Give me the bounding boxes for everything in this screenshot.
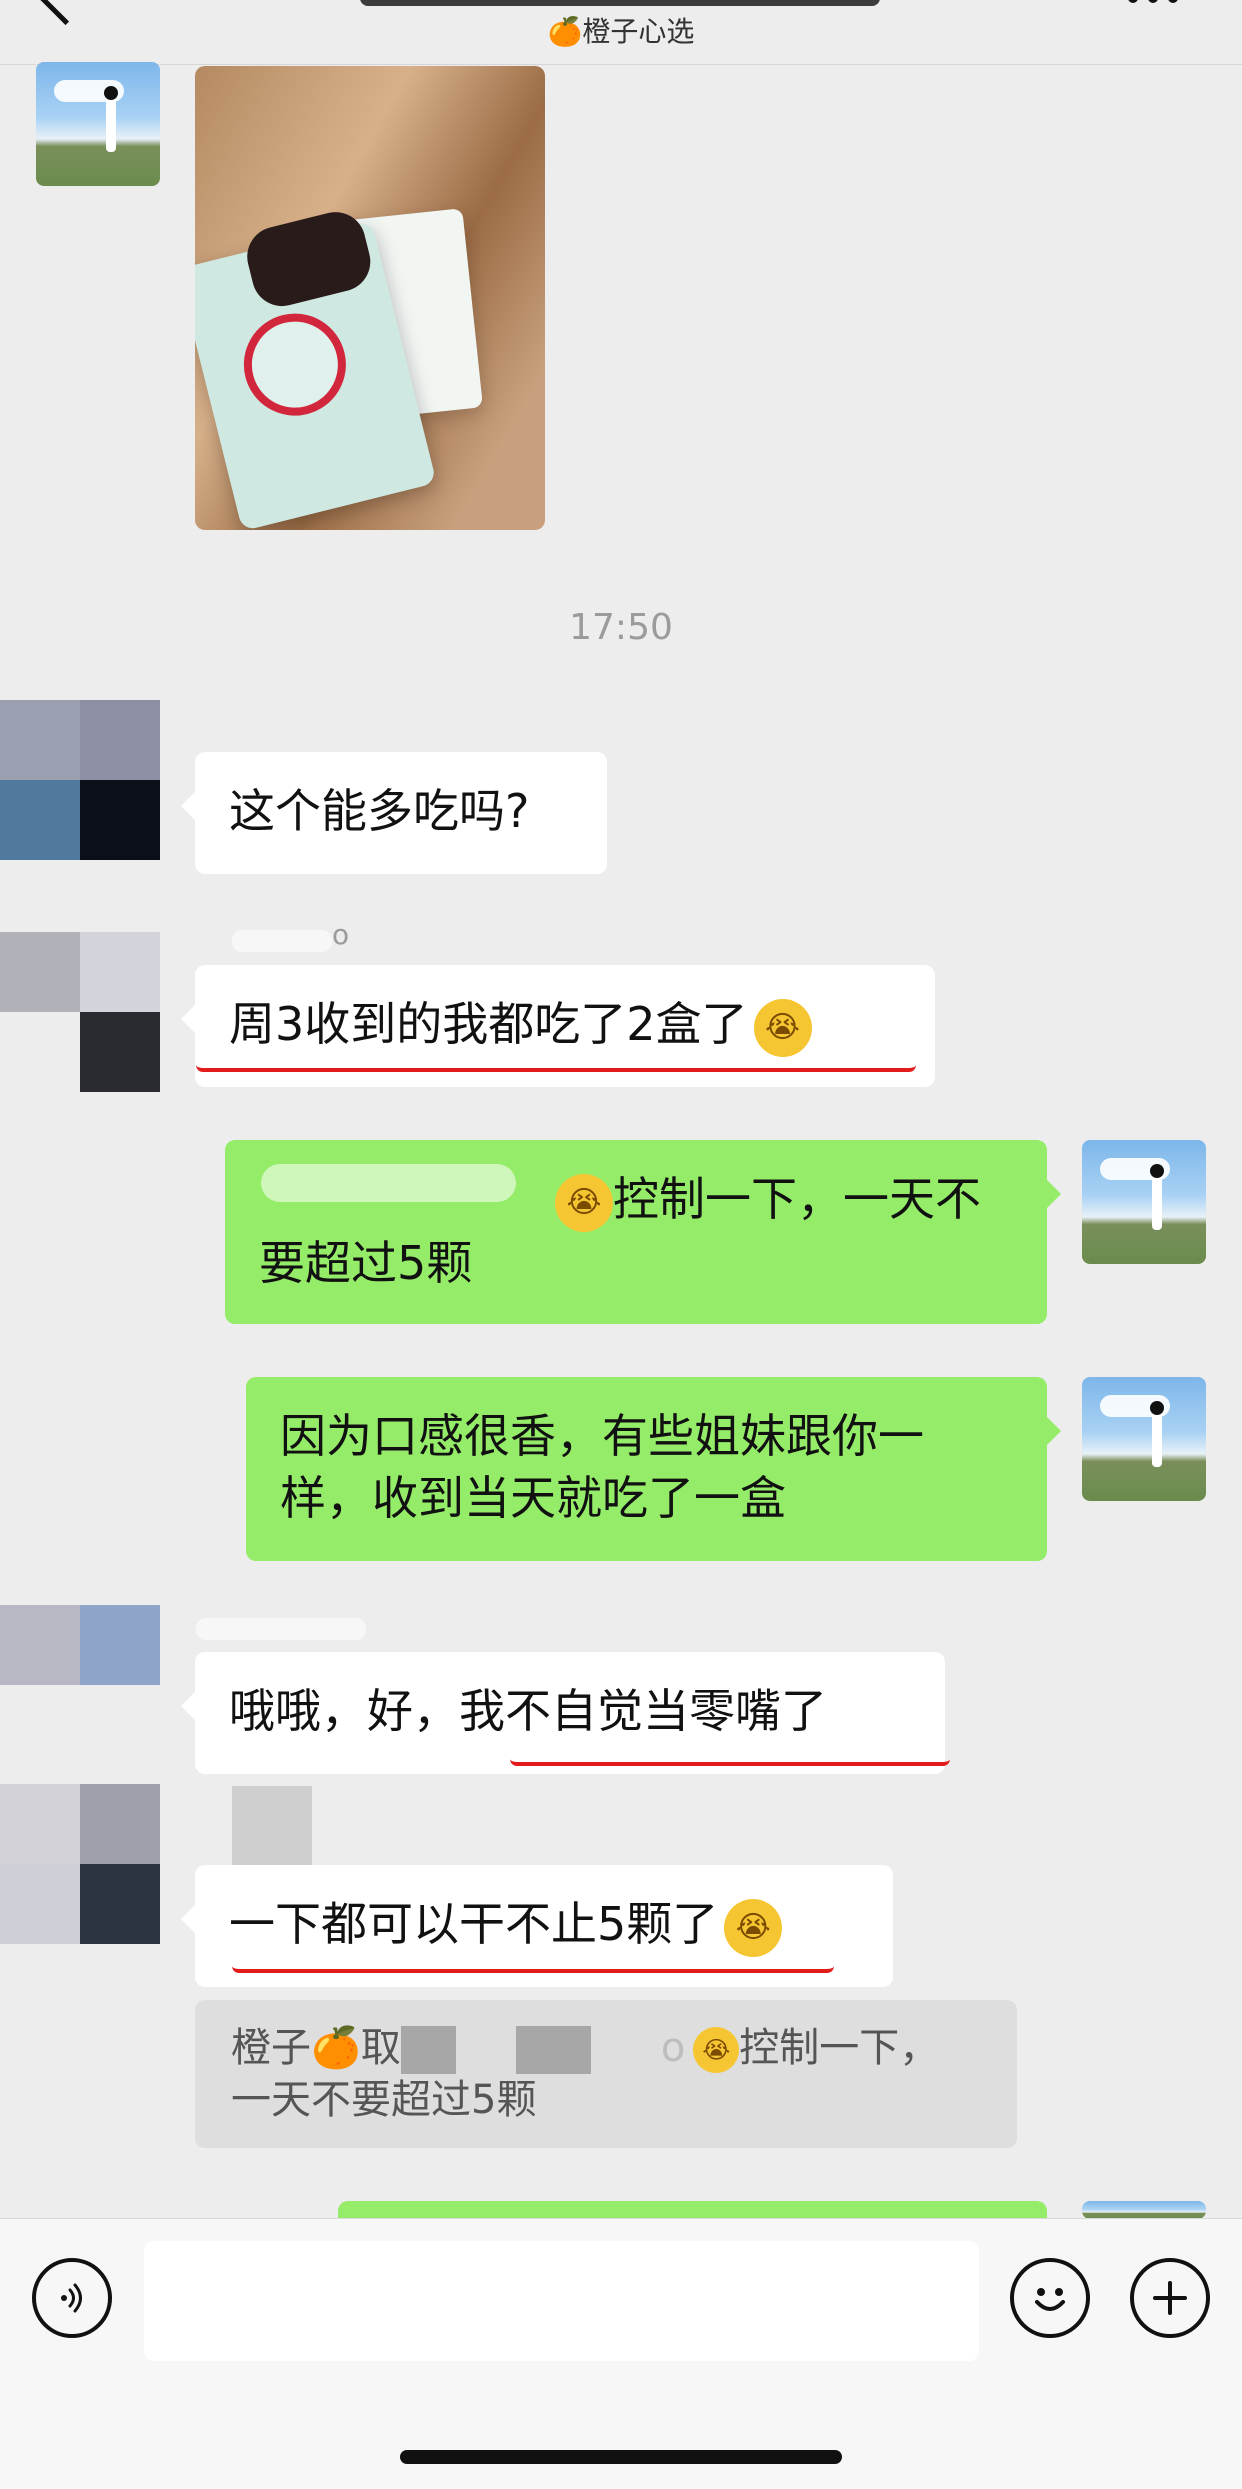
message-text: 控制一下，一天不 <box>613 1172 981 1226</box>
quoted-message[interactable]: 橙子🍊取 o 😭 控制一下， 一天不要超过5颗 <box>195 2000 1017 2148</box>
mosaic-tile <box>0 1685 80 1765</box>
mosaic-tile <box>0 1784 80 1864</box>
plus-icon-glyph <box>1153 2281 1187 2315</box>
red-underline-annotation <box>196 1058 916 1072</box>
timestamp: 17:50 <box>569 607 673 648</box>
sender-name-fragment: o <box>332 918 350 951</box>
red-underline-annotation <box>232 1959 834 1973</box>
avatar-person <box>1150 1164 1164 1230</box>
message-input[interactable] <box>144 2241 979 2361</box>
message-text: 哦哦，好，我不自觉当零嘴了 <box>229 1684 827 1738</box>
crying-laughing-emoji-icon: 😭 <box>555 1173 613 1232</box>
chat-title-fragment <box>360 0 880 6</box>
orange-emoji-icon: 🍊 <box>311 2025 361 2071</box>
mosaic-tile <box>0 1605 80 1685</box>
mosaic-tile <box>0 700 80 780</box>
avatar[interactable] <box>36 62 160 186</box>
message-bubble[interactable]: 这个能多吃吗? <box>181 752 607 874</box>
red-underline-annotation <box>510 1752 950 1766</box>
quote-tail: 控制一下， <box>739 2025 940 2071</box>
message-text: 这个能多吃吗? <box>229 784 530 838</box>
mosaic-tile <box>80 932 160 1012</box>
crying-laughing-emoji-icon: 😭 <box>693 2027 740 2073</box>
mosaic-tile <box>80 700 160 780</box>
emoji-icon[interactable] <box>1010 2258 1090 2338</box>
avatar-partial[interactable] <box>1082 2201 1206 2219</box>
voice-icon-glyph <box>61 2283 82 2313</box>
message-bubble[interactable]: 因为口感很香，有些姐妹跟你一 样，收到当天就吃了一盒 <box>246 1377 1061 1561</box>
crying-laughing-emoji-icon: 😭 <box>724 1898 783 1957</box>
message-bubble[interactable]: 😭 控制一下，一天不 要超过5颗 <box>225 1140 1061 1324</box>
emoji-icon-glyph <box>1035 2288 1065 2311</box>
masked-text <box>400 2026 456 2074</box>
crying-laughing-emoji-icon: 😭 <box>753 998 812 1057</box>
message-text: 周3收到的我都吃了2盒了 <box>229 997 748 1051</box>
more-dot <box>1148 0 1158 3</box>
plus-icon[interactable] <box>1130 2258 1210 2338</box>
mosaic-tile <box>0 1864 80 1944</box>
avatar[interactable] <box>1082 1140 1206 1264</box>
mosaic-block <box>232 1786 312 1866</box>
message-text: 一下都可以干不止5颗了 <box>229 1897 719 1951</box>
quote-line-1: 橙子🍊取 o 😭 控制一下， <box>231 2022 981 2074</box>
avatar-person <box>1150 1401 1164 1467</box>
mosaic-tile <box>0 1012 80 1092</box>
home-indicator[interactable] <box>400 2450 842 2464</box>
mosaic-tile <box>80 1605 160 1685</box>
mosaic-tile <box>80 1012 160 1092</box>
avatar[interactable] <box>0 700 160 860</box>
mosaic-tile <box>80 1685 160 1765</box>
quote-fragment: 取 <box>360 2025 401 2071</box>
avatar[interactable] <box>0 1605 160 1765</box>
image-message[interactable] <box>195 66 545 530</box>
more-dot <box>1168 0 1178 3</box>
message-line-1: 因为口感很香，有些姐妹跟你一 <box>280 1409 924 1463</box>
sender-name-blur <box>196 1618 366 1640</box>
quote-prefix: 橙子 <box>231 2025 311 2071</box>
avatar[interactable] <box>1082 1377 1206 1501</box>
avatar[interactable] <box>0 1784 160 1944</box>
avatar[interactable] <box>0 932 160 1092</box>
mosaic-tile <box>0 780 80 860</box>
mosaic-tile <box>0 932 80 1012</box>
message-line-2: 样，收到当天就吃了一盒 <box>280 1471 786 1525</box>
chat-subtitle: 🍊橙子心选 <box>547 15 695 48</box>
more-dot <box>1128 0 1138 3</box>
message-line-2: 要超过5颗 <box>259 1235 473 1290</box>
sender-name-blur <box>232 930 332 952</box>
mosaic-tile <box>80 1784 160 1864</box>
more-dots-icon[interactable] <box>1128 0 1188 8</box>
message-bubble-partial[interactable] <box>338 2201 1047 2219</box>
voice-icon[interactable] <box>32 2258 112 2338</box>
masked-text <box>515 2026 591 2074</box>
masked-text <box>261 1164 516 1202</box>
avatar-person <box>104 86 118 152</box>
mosaic-tile <box>80 1864 160 1944</box>
mosaic-tile <box>80 780 160 860</box>
quote-small-fragment: o <box>660 2025 686 2071</box>
quote-line-2: 一天不要超过5颗 <box>231 2077 537 2123</box>
